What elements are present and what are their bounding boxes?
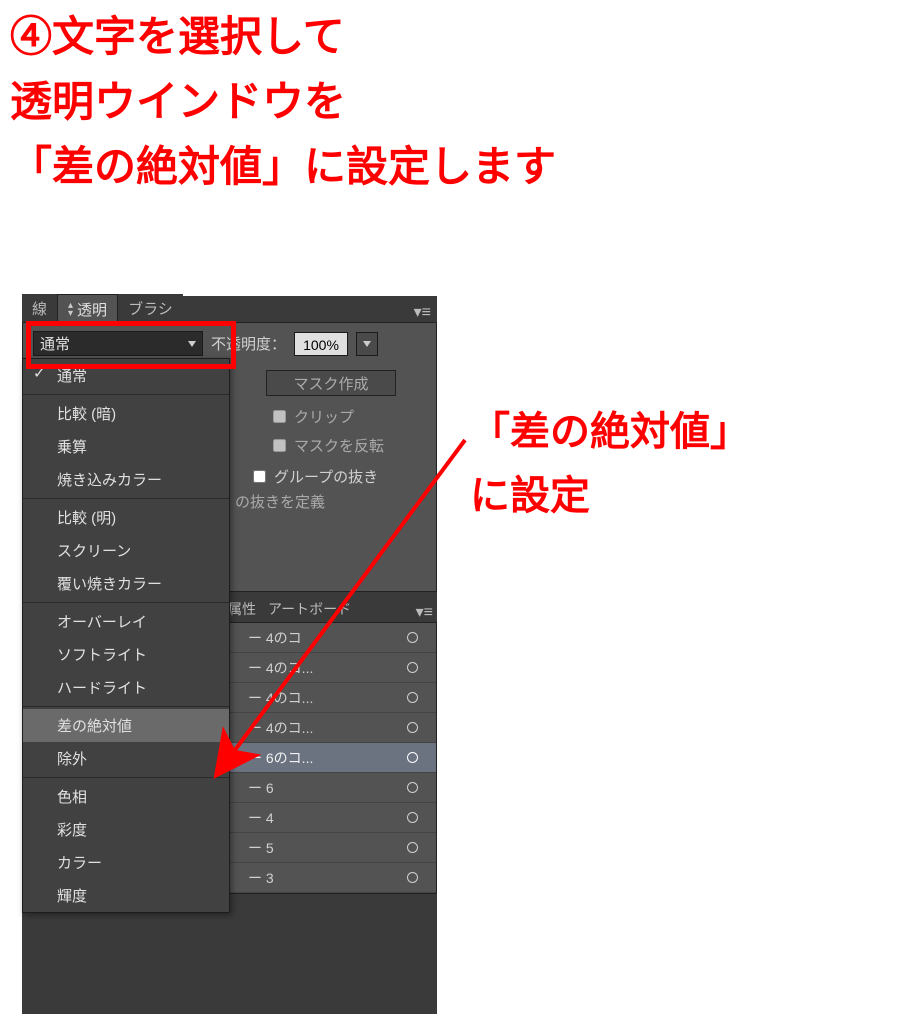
group-knockout-label: グループの抜き [274,466,378,487]
blend-menu-difference[interactable]: 差の絶対値 [23,709,229,742]
layer-row[interactable]: ー 5 [223,833,436,863]
layer-name: ー 6 [223,778,407,798]
layer-name: ー 4のコ... [223,658,407,678]
blend-menu-multiply[interactable]: 乗算 [23,430,229,463]
layer-list: ー 4のコー 4のコ... ー 4のコ... ー 4のコ... ー 6のコ... ー 6… [222,622,437,894]
menu-separator [23,394,229,395]
blend-menu-darken[interactable]: 比較 (暗) [23,397,229,430]
clip-checkbox[interactable] [273,410,286,423]
blend-menu-hue[interactable]: 色相 [23,780,229,813]
blend-mode-dropdown[interactable]: 通常 [33,331,203,356]
target-circle-icon[interactable] [407,752,418,763]
layer-name: ー 4のコ... [223,688,407,708]
layer-row[interactable]: ー 3 [223,863,436,893]
blend-menu-luminosity[interactable]: 輝度 [23,879,229,912]
make-mask-button[interactable]: マスク作成 [266,370,396,396]
blend-menu-color[interactable]: カラー [23,846,229,879]
blend-menu-color-burn[interactable]: 焼き込みカラー [23,463,229,496]
layer-row[interactable]: ー 4のコ... [223,713,436,743]
layer-row[interactable]: ー 4のコ... [223,683,436,713]
lower-panel-tabs: 属性 アートボード ▾≡ [222,596,437,622]
layer-row[interactable]: ー 4 [223,803,436,833]
blend-menu-color-dodge[interactable]: 覆い焼きカラー [23,567,229,600]
instruction-line-2: 透明ウインドウを [10,69,556,134]
blend-menu-exclusion[interactable]: 除外 [23,742,229,775]
dropdown-caret-icon [188,341,196,347]
instruction-line-3: 「差の絶対値」に設定します [10,134,556,199]
annotation-right-line1: 「差の絶対値」 [470,400,750,464]
layer-name: ー 6のコ... [223,748,407,768]
menu-separator [23,602,229,603]
target-circle-icon[interactable] [407,662,418,673]
chevron-down-icon [363,341,371,347]
lower-panel-menu-icon[interactable]: ▾≡ [416,602,433,622]
define-knockout-label: の抜きを定義 [235,491,325,512]
layer-name: ー 4のコ [223,628,407,648]
layer-row[interactable]: ー 6 [223,773,436,803]
blend-mode-menu: 通常 比較 (暗) 乗算 焼き込みカラー 比較 (明) スクリーン 覆い焼きカラ… [22,358,230,913]
tab-artboard[interactable]: アートボード [262,596,357,622]
annotation-right-line2: に設定 [470,464,750,528]
panel-menu-icon[interactable]: ▾≡ [414,302,431,322]
target-circle-icon[interactable] [407,782,418,793]
annotation-right: 「差の絶対値」 に設定 [470,400,750,528]
layer-row[interactable]: ー 4のコ [223,623,436,653]
blend-menu-overlay[interactable]: オーバーレイ [23,605,229,638]
opacity-stepper[interactable] [356,332,378,356]
tab-brush[interactable]: ブラシ [118,294,183,324]
layer-row[interactable]: ー 6のコ... [223,743,436,773]
blend-menu-saturation[interactable]: 彩度 [23,813,229,846]
sort-arrows-icon: ▴▾ [68,302,73,318]
target-circle-icon[interactable] [407,692,418,703]
invert-mask-checkbox[interactable] [273,439,286,452]
blend-menu-screen[interactable]: スクリーン [23,534,229,567]
blend-menu-hard-light[interactable]: ハードライト [23,671,229,704]
layer-name: ー 4のコ... [223,718,407,738]
opacity-label: 不透明度： [211,333,286,354]
menu-separator [23,777,229,778]
target-circle-icon[interactable] [407,632,418,643]
target-circle-icon[interactable] [407,842,418,853]
layer-name: ー 4 [223,808,407,828]
panel-tabs: 線 ▴▾ 透明 ブラシ ▾≡ [22,296,437,322]
tab-transparency-label: 透明 [77,299,107,320]
blend-menu-lighten[interactable]: 比較 (明) [23,501,229,534]
tab-transparency[interactable]: ▴▾ 透明 [57,294,118,324]
layer-name: ー 5 [223,838,407,858]
blend-mode-value: 通常 [40,333,70,354]
invert-mask-label: マスクを反転 [294,435,384,456]
layer-name: ー 3 [223,868,407,888]
menu-separator [23,498,229,499]
blend-menu-normal[interactable]: 通常 [23,359,229,392]
group-knockout-checkbox[interactable] [253,470,266,483]
target-circle-icon[interactable] [407,812,418,823]
target-circle-icon[interactable] [407,872,418,883]
menu-separator [23,706,229,707]
clip-label: クリップ [294,406,354,427]
instruction-line-1: ④文字を選択して [10,4,556,69]
tab-stroke[interactable]: 線 [22,294,57,324]
layer-row[interactable]: ー 4のコ... [223,653,436,683]
instruction-text: ④文字を選択して 透明ウインドウを 「差の絶対値」に設定します [10,4,556,199]
blend-menu-soft-light[interactable]: ソフトライト [23,638,229,671]
target-circle-icon[interactable] [407,722,418,733]
panel-container: 線 ▴▾ 透明 ブラシ ▾≡ 通常 不透明度： 100% マスク作成 クリップ … [22,296,437,1014]
opacity-input[interactable]: 100% [294,332,348,356]
